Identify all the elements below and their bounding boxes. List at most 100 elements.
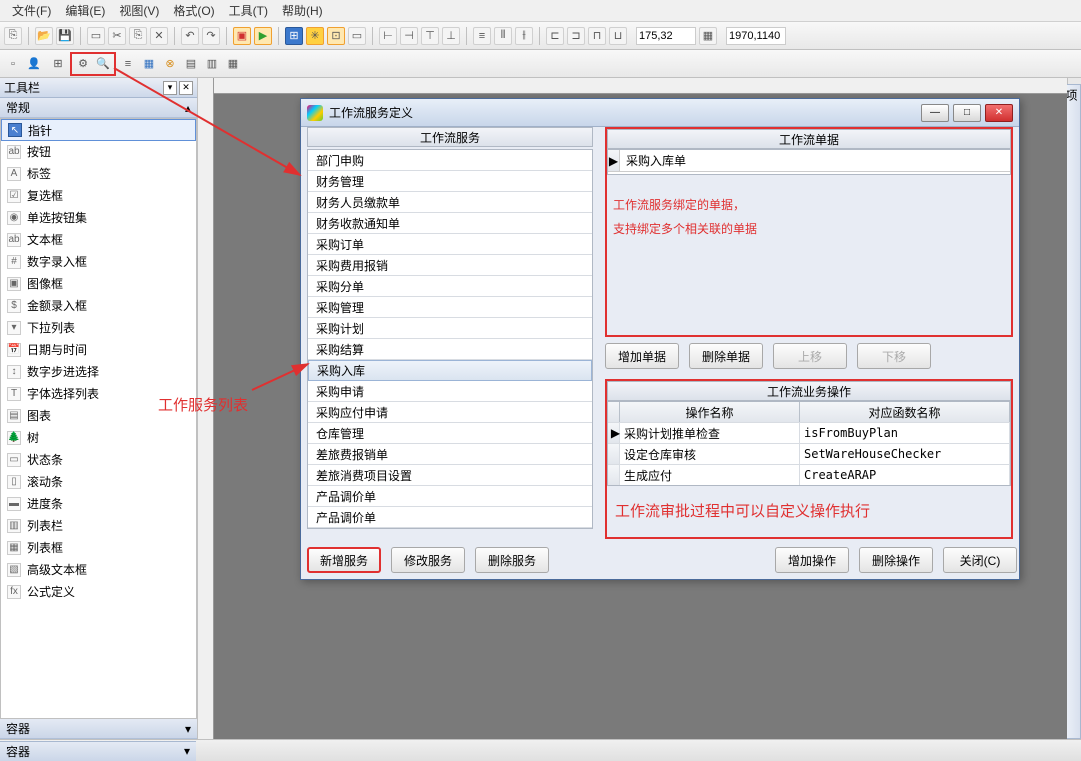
size4-icon[interactable]: ⊔: [609, 27, 627, 45]
service-item[interactable]: 采购管理: [308, 297, 592, 318]
size1-icon[interactable]: ⊏: [546, 27, 564, 45]
tool-item[interactable]: ▧高级文本框: [1, 559, 196, 581]
tool-item[interactable]: #数字录入框: [1, 251, 196, 273]
ops-row[interactable]: 设定仓库审核SetWareHouseChecker: [608, 443, 1010, 464]
toolbox-pin-icon[interactable]: ▾: [163, 81, 177, 95]
cut-icon[interactable]: ✂: [108, 27, 126, 45]
toolbox-footer-category[interactable]: 容器: [6, 720, 30, 737]
tool-item[interactable]: 🌲树: [1, 427, 196, 449]
add-bill-button[interactable]: 增加单据: [605, 343, 679, 369]
delete-bill-button[interactable]: 删除单据: [689, 343, 763, 369]
service-list[interactable]: 部门申购财务管理财务人员缴款单财务收款通知单采购订单采购费用报销采购分单采购管理…: [307, 149, 593, 529]
save-icon[interactable]: 💾: [56, 27, 74, 45]
coord2-input[interactable]: [726, 27, 786, 45]
delete-op-button[interactable]: 删除操作: [859, 547, 933, 573]
toolbox-expand-icon[interactable]: ▾: [185, 722, 191, 736]
align-left-icon[interactable]: ⊢: [379, 27, 397, 45]
toolbox-collapse-icon[interactable]: ▴: [185, 101, 191, 115]
service-item[interactable]: 产品调价单: [308, 486, 592, 507]
t2-icon2[interactable]: 👤: [25, 55, 43, 73]
service-item[interactable]: 产品调价单: [308, 507, 592, 528]
tool-item[interactable]: 📅日期与时间: [1, 339, 196, 361]
service-item[interactable]: 仓库管理: [308, 423, 592, 444]
ops-row[interactable]: ▶采购计划推单检查isFromBuyPlan: [608, 422, 1010, 443]
tool-item[interactable]: ▥列表栏: [1, 515, 196, 537]
menu-format[interactable]: 格式(O): [173, 2, 214, 19]
tool-item[interactable]: ▦列表框: [1, 537, 196, 559]
t2-icon8[interactable]: ▥: [203, 55, 221, 73]
add-op-button[interactable]: 增加操作: [775, 547, 849, 573]
t2-icon7[interactable]: ▤: [182, 55, 200, 73]
toolbox-close-icon[interactable]: ✕: [179, 81, 193, 95]
bill-row[interactable]: ▶ 采购入库单: [608, 150, 1010, 172]
status-expand-icon[interactable]: ▾: [184, 744, 190, 758]
tool-item[interactable]: ▭状态条: [1, 449, 196, 471]
service-item[interactable]: 财务收款通知单: [308, 213, 592, 234]
tool-item[interactable]: ▣图像框: [1, 273, 196, 295]
menu-view[interactable]: 视图(V): [119, 2, 159, 19]
t2-zoom-icon[interactable]: 🔍: [94, 55, 112, 73]
align-right-icon[interactable]: ⊤: [421, 27, 439, 45]
service-item[interactable]: 采购申请: [308, 381, 592, 402]
close-dialog-button[interactable]: 关闭(C): [943, 547, 1017, 573]
menu-help[interactable]: 帮助(H): [282, 2, 323, 19]
align1-icon[interactable]: ▭: [348, 27, 366, 45]
mode2-icon[interactable]: ▶: [254, 27, 272, 45]
tool-icon[interactable]: ▭: [87, 27, 105, 45]
tool-item[interactable]: ab按钮: [1, 141, 196, 163]
ops-row[interactable]: 生成应付CreateARAP: [608, 464, 1010, 485]
align-top-icon[interactable]: ⊥: [442, 27, 460, 45]
service-item[interactable]: 采购订单: [308, 234, 592, 255]
tool-item[interactable]: $金额录入框: [1, 295, 196, 317]
move-down-button[interactable]: 下移: [857, 343, 931, 369]
new-service-button[interactable]: 新增服务: [307, 547, 381, 573]
grid2-icon[interactable]: ✳: [306, 27, 324, 45]
service-item[interactable]: 财务管理: [308, 171, 592, 192]
size3-icon[interactable]: ⊓: [588, 27, 606, 45]
menu-tool[interactable]: 工具(T): [229, 2, 268, 19]
undo-icon[interactable]: ↶: [181, 27, 199, 45]
t2-icon6[interactable]: ⊗: [161, 55, 179, 73]
tool-item[interactable]: ▯滚动条: [1, 471, 196, 493]
service-item[interactable]: 采购结算: [308, 339, 592, 360]
maximize-button[interactable]: □: [953, 104, 981, 122]
tool-item[interactable]: ab文本框: [1, 229, 196, 251]
size2-icon[interactable]: ⊐: [567, 27, 585, 45]
t2-icon5[interactable]: ▦: [140, 55, 158, 73]
t2-set-icon[interactable]: ⚙: [74, 55, 92, 73]
toolbox-category[interactable]: 常规: [6, 99, 30, 116]
tool-item[interactable]: ▬进度条: [1, 493, 196, 515]
coord1-input[interactable]: [636, 27, 696, 45]
grid1-icon[interactable]: ⊞: [285, 27, 303, 45]
service-item[interactable]: 采购计划: [308, 318, 592, 339]
tool-item[interactable]: fx公式定义: [1, 581, 196, 603]
tool-item[interactable]: ▾下拉列表: [1, 317, 196, 339]
service-item[interactable]: 采购入库: [308, 360, 592, 381]
menu-file[interactable]: 文件(F): [12, 2, 51, 19]
open-icon[interactable]: 📂: [35, 27, 53, 45]
tool-item[interactable]: ☑复选框: [1, 185, 196, 207]
delete-icon[interactable]: ✕: [150, 27, 168, 45]
service-item[interactable]: 采购分单: [308, 276, 592, 297]
tool-item[interactable]: ↕数字步进选择: [1, 361, 196, 383]
delete-service-button[interactable]: 删除服务: [475, 547, 549, 573]
tool-item[interactable]: ◉单选按钮集: [1, 207, 196, 229]
close-button[interactable]: ✕: [985, 104, 1013, 122]
modify-service-button[interactable]: 修改服务: [391, 547, 465, 573]
dist2-icon[interactable]: ⫴: [494, 27, 512, 45]
ops-table[interactable]: 操作名称 对应函数名称 ▶采购计划推单检查isFromBuyPlan设定仓库审核…: [607, 401, 1011, 486]
t2-icon3[interactable]: ⊞: [49, 55, 67, 73]
service-item[interactable]: 采购费用报销: [308, 255, 592, 276]
copy-icon[interactable]: ⎘: [129, 27, 147, 45]
service-item[interactable]: 财务人员缴款单: [308, 192, 592, 213]
new-icon[interactable]: ⎘: [4, 27, 22, 45]
grid3-icon[interactable]: ⊡: [327, 27, 345, 45]
minimize-button[interactable]: —: [921, 104, 949, 122]
mode1-icon[interactable]: ▣: [233, 27, 251, 45]
align-center-icon[interactable]: ⊣: [400, 27, 418, 45]
service-item[interactable]: 差旅费报销单: [308, 444, 592, 465]
move-up-button[interactable]: 上移: [773, 343, 847, 369]
dialog-titlebar[interactable]: 工作流服务定义 — □ ✕: [301, 99, 1019, 127]
service-item[interactable]: 差旅消费项目设置: [308, 465, 592, 486]
t2-icon1[interactable]: ▫: [4, 55, 22, 73]
